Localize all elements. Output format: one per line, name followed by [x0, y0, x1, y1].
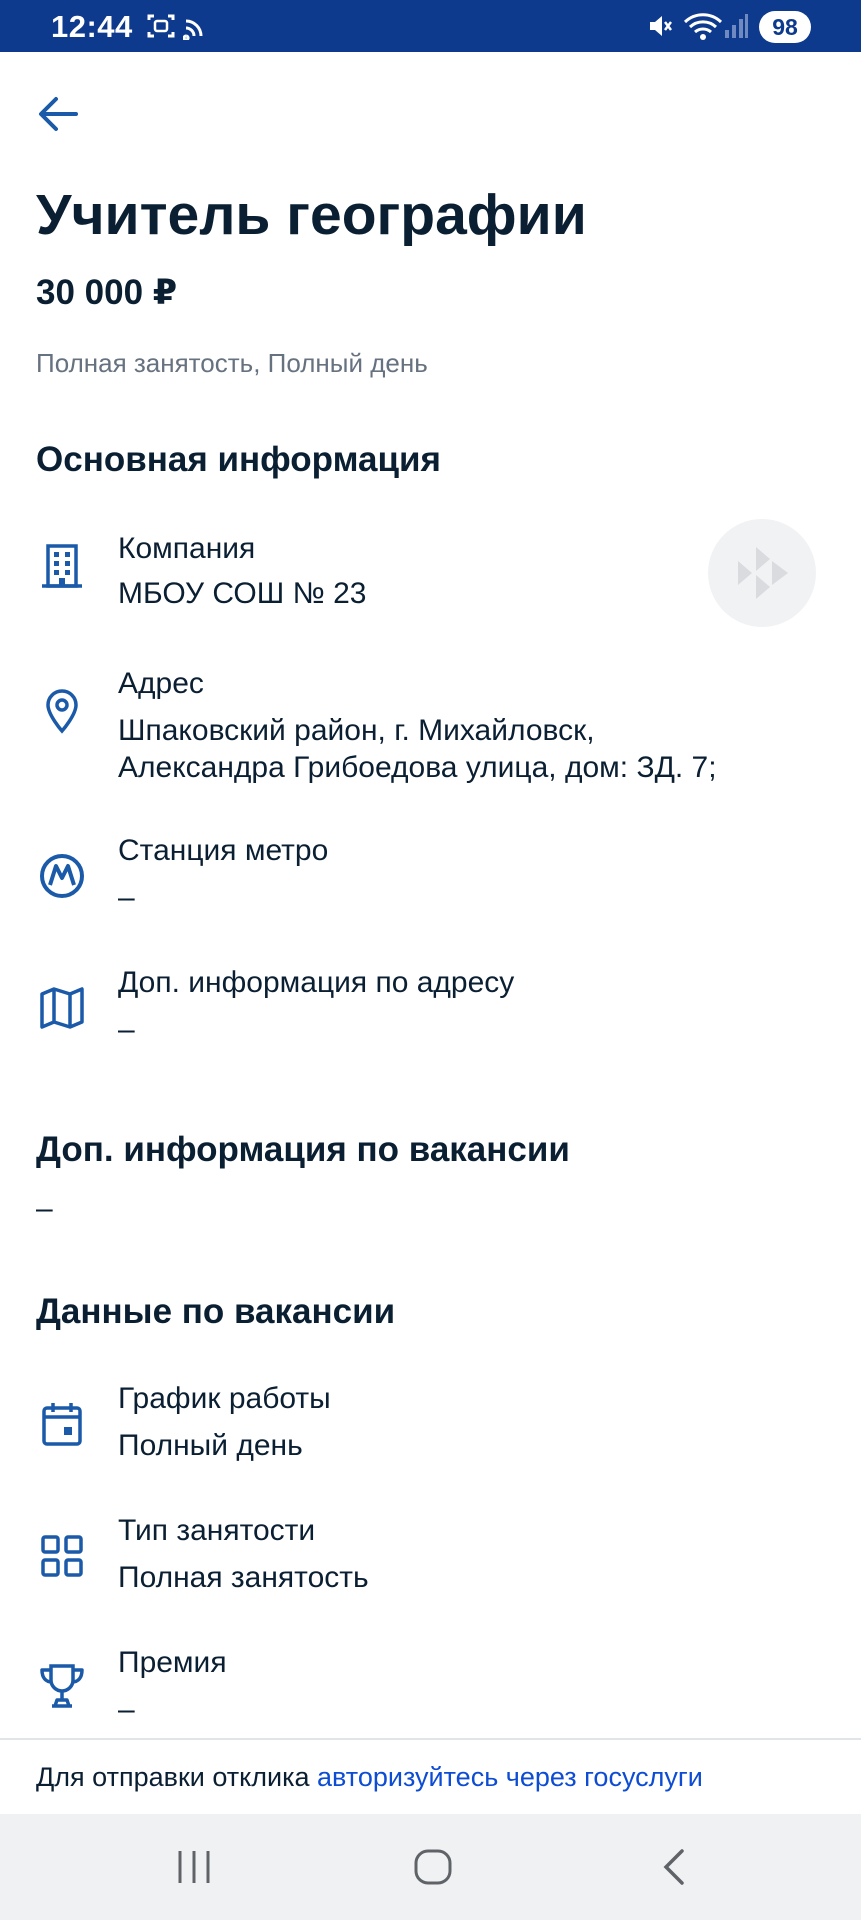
- schedule-label: График работы: [118, 1382, 331, 1415]
- address-label: Адрес: [118, 667, 204, 700]
- trophy-icon: [38, 1662, 86, 1710]
- address-value-line1: Шпаковский район, г. Михайловск,: [118, 714, 595, 747]
- building-icon: [38, 542, 86, 590]
- back-button[interactable]: [36, 92, 92, 140]
- arrow-left-icon: [36, 94, 80, 139]
- address-extra-label: Доп. информация по адресу: [118, 966, 515, 999]
- company-logo-icon: [738, 547, 788, 599]
- recent-apps-icon: [178, 1851, 210, 1883]
- response-footer: Для отправки отклика авторизуйтесь через…: [0, 1738, 861, 1814]
- company-logo[interactable]: [708, 519, 816, 627]
- main-info-title: Основная информация: [36, 440, 441, 479]
- employment-type-value: Полная занятость: [118, 1561, 369, 1594]
- schedule-value: Полный день: [118, 1429, 303, 1462]
- address-value-line2: Александра Грибоедова улица, дом: ЗД. 7;: [118, 751, 717, 784]
- home-button[interactable]: [413, 1844, 453, 1890]
- metro-icon: [38, 852, 86, 900]
- home-icon: [414, 1849, 452, 1885]
- gosuslugi-login-link[interactable]: авторизуйтесь через госуслуги: [317, 1762, 703, 1792]
- vacancy-extra-title: Доп. информация по вакансии: [36, 1130, 570, 1169]
- footer-prefix: Для отправки отклика: [36, 1762, 318, 1792]
- recent-apps-button[interactable]: [176, 1844, 212, 1890]
- vacancy-data-title: Данные по вакансии: [36, 1292, 396, 1331]
- location-pin-icon: [38, 687, 86, 735]
- wifi-icon: [683, 12, 723, 47]
- address-extra-value: –: [118, 1013, 135, 1046]
- footer-text: Для отправки отклика авторизуйтесь через…: [36, 1762, 703, 1793]
- company-label: Компания: [118, 532, 256, 565]
- map-icon: [38, 984, 86, 1032]
- status-time: 12:44: [51, 9, 133, 44]
- metro-value: –: [118, 881, 135, 914]
- mute-icon: [646, 12, 674, 45]
- bonus-label: Премия: [118, 1646, 227, 1679]
- vacancy-salary: 30 000 ₽: [36, 273, 178, 312]
- nav-back-icon: [663, 1849, 684, 1885]
- calendar-icon: [38, 1400, 86, 1448]
- metro-label: Станция метро: [118, 834, 329, 867]
- battery-indicator: 98: [759, 11, 811, 43]
- company-value: МБОУ СОШ № 23: [118, 577, 367, 610]
- system-nav-bar: [0, 1814, 861, 1920]
- employment-type-label: Тип занятости: [118, 1514, 316, 1547]
- screenshot-icon: [146, 12, 176, 45]
- vacancy-extra-value: –: [36, 1192, 53, 1225]
- bonus-value: –: [118, 1693, 135, 1726]
- cast-icon: [182, 12, 209, 45]
- status-bar: 12:44 98: [0, 0, 861, 52]
- vacancy-title: Учитель географии: [36, 183, 587, 247]
- nav-back-button[interactable]: [660, 1844, 688, 1890]
- vacancy-employment: Полная занятость, Полный день: [36, 348, 428, 378]
- signal-icon: [723, 12, 749, 45]
- grid-icon: [38, 1532, 86, 1580]
